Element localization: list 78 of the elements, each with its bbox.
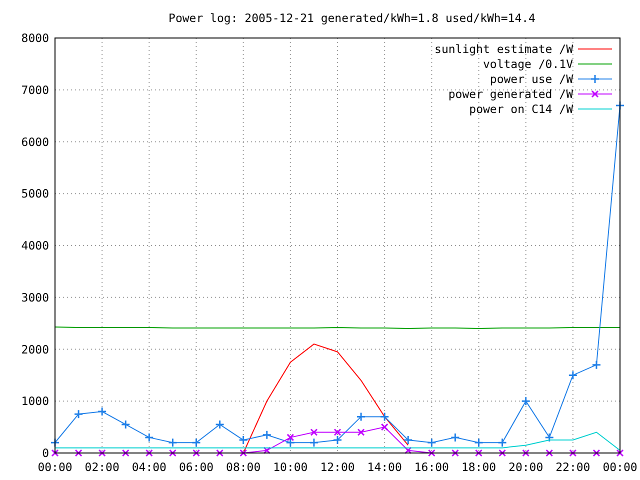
point-marker [51, 449, 59, 457]
point-marker [74, 409, 84, 419]
point-marker [569, 449, 577, 457]
legend-label: power use /W [490, 72, 573, 86]
y-tick-label: 3000 [21, 290, 49, 304]
legend-swatch [578, 74, 612, 84]
point-marker [450, 432, 460, 442]
point-marker [356, 412, 366, 422]
y-tick-label: 6000 [21, 134, 49, 149]
point-marker [544, 432, 554, 442]
point-marker [122, 449, 130, 457]
x-tick-label: 22:00 [556, 460, 590, 474]
legend-label: power on C14 /W [469, 102, 573, 116]
point-marker [615, 100, 625, 110]
point-marker [403, 435, 413, 445]
point-marker [310, 428, 318, 436]
point-marker [50, 438, 60, 448]
x-tick-label: 14:00 [367, 460, 402, 474]
y-tick-label: 8000 [21, 31, 49, 45]
point-marker [404, 446, 412, 454]
point-marker [309, 438, 319, 448]
y-tick-label: 1000 [21, 394, 49, 408]
legend-label: voltage /0.1V [482, 57, 573, 71]
point-marker [120, 420, 130, 430]
x-tick-label: 20:00 [508, 460, 544, 474]
point-marker [238, 435, 248, 445]
point-marker [97, 406, 107, 416]
point-marker [332, 435, 342, 445]
point-marker [592, 360, 602, 370]
point-marker [216, 449, 224, 457]
point-marker [521, 396, 531, 406]
point-marker [380, 412, 390, 422]
x-tick-label: 04:00 [132, 460, 166, 474]
point-marker [168, 449, 176, 457]
x-tick-label: 18:00 [461, 460, 496, 474]
point-marker [522, 449, 530, 457]
legend-swatch [578, 90, 612, 98]
x-tick-label: 08:00 [226, 460, 261, 474]
chart-title: Power log: 2005-12-21 generated/kWh=1.8 used/kWh=14.4 [168, 11, 536, 25]
y-tick-label: 4000 [21, 238, 49, 252]
y-tick-label: 0 [42, 446, 49, 460]
point-marker [498, 438, 508, 448]
point-marker [145, 449, 153, 457]
point-marker [240, 449, 248, 457]
point-marker [498, 449, 506, 457]
point-marker [616, 449, 624, 457]
x-tick-label: 00:00 [38, 460, 72, 474]
point-marker [568, 370, 578, 380]
point-marker [262, 430, 272, 440]
point-marker [451, 449, 459, 457]
x-tick-label: 10:00 [273, 460, 308, 474]
legend-label: sunlight estimate /W [434, 42, 573, 56]
point-marker [168, 438, 178, 448]
x-tick-label: 12:00 [320, 460, 355, 474]
point-marker [475, 449, 482, 457]
point-marker [546, 449, 554, 457]
point-marker [426, 438, 436, 448]
point-marker [380, 423, 388, 431]
point-marker [357, 428, 365, 436]
point-marker [98, 449, 106, 457]
x-tick-label: 06:00 [178, 460, 214, 474]
point-marker [286, 438, 296, 448]
point-marker [192, 438, 201, 448]
y-tick-label: 7000 [21, 82, 49, 97]
y-tick-label: 2000 [21, 342, 49, 356]
point-marker [592, 449, 600, 457]
point-marker [144, 432, 154, 442]
x-tick-label: 16:00 [414, 460, 449, 474]
point-marker [263, 446, 271, 454]
point-marker [215, 420, 225, 430]
point-marker [428, 449, 436, 457]
x-tick-label: 00:00 [602, 460, 638, 474]
y-tick-label: 5000 [21, 186, 49, 201]
point-marker [74, 449, 82, 457]
point-marker [474, 438, 484, 448]
point-marker [192, 449, 200, 457]
x-tick-label: 02:00 [84, 460, 120, 474]
legend-label: power generated /W [448, 87, 573, 101]
